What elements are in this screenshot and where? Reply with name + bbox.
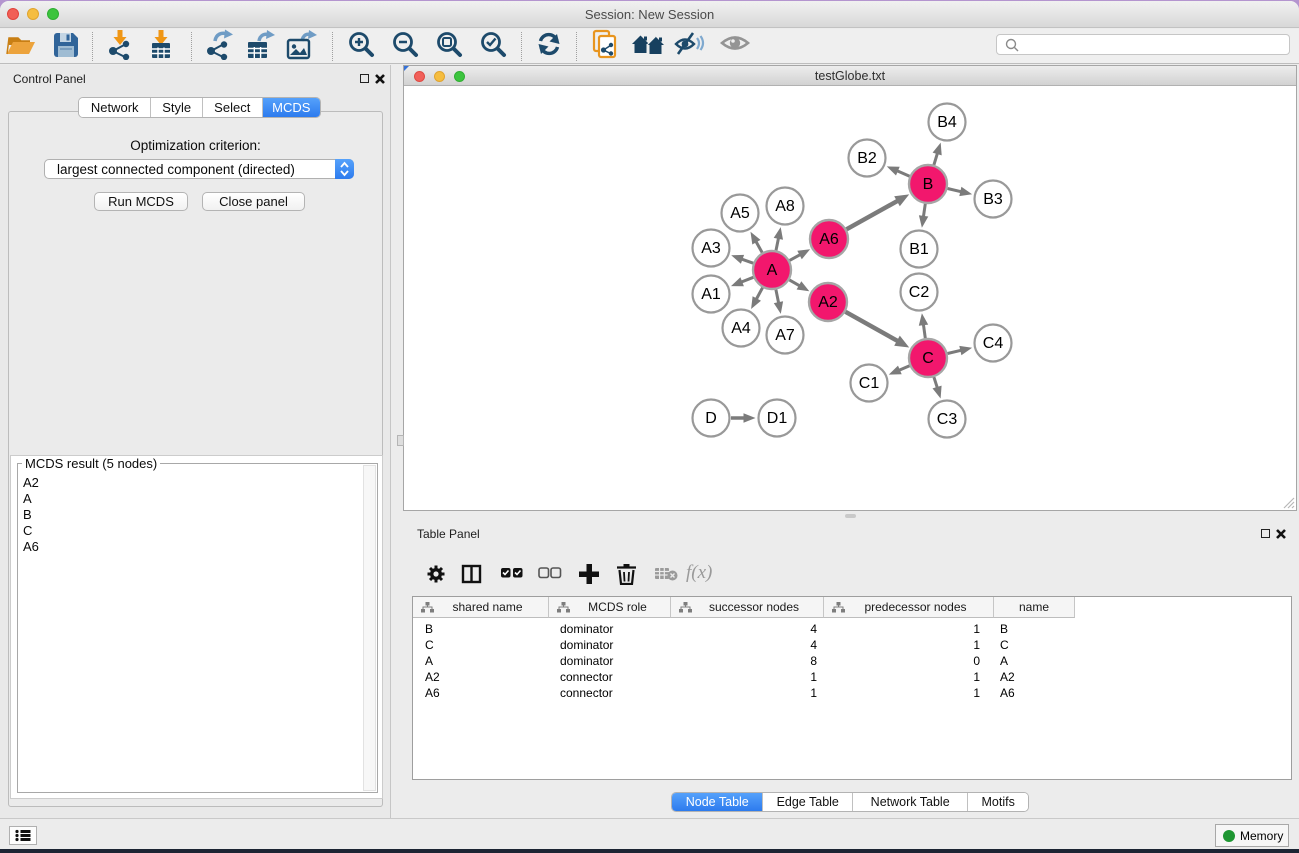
svg-text:D1: D1 xyxy=(767,410,788,427)
svg-text:A2: A2 xyxy=(818,294,838,311)
svg-text:C: C xyxy=(922,350,934,367)
svg-text:C4: C4 xyxy=(983,335,1004,352)
svg-text:A8: A8 xyxy=(775,198,795,215)
svg-text:D: D xyxy=(705,410,717,427)
svg-text:A5: A5 xyxy=(730,205,750,222)
svg-text:B3: B3 xyxy=(983,191,1003,208)
svg-text:C2: C2 xyxy=(909,284,930,301)
svg-text:A: A xyxy=(767,262,778,279)
svg-text:C3: C3 xyxy=(937,411,958,428)
svg-text:A7: A7 xyxy=(775,327,795,344)
svg-text:A3: A3 xyxy=(701,240,721,257)
svg-text:B: B xyxy=(923,176,934,193)
svg-text:B2: B2 xyxy=(857,150,877,167)
svg-text:A1: A1 xyxy=(701,286,721,303)
svg-text:B1: B1 xyxy=(909,241,929,258)
svg-text:C1: C1 xyxy=(859,375,880,392)
svg-text:A6: A6 xyxy=(819,231,839,248)
svg-text:B4: B4 xyxy=(937,114,957,131)
svg-text:A4: A4 xyxy=(731,320,751,337)
